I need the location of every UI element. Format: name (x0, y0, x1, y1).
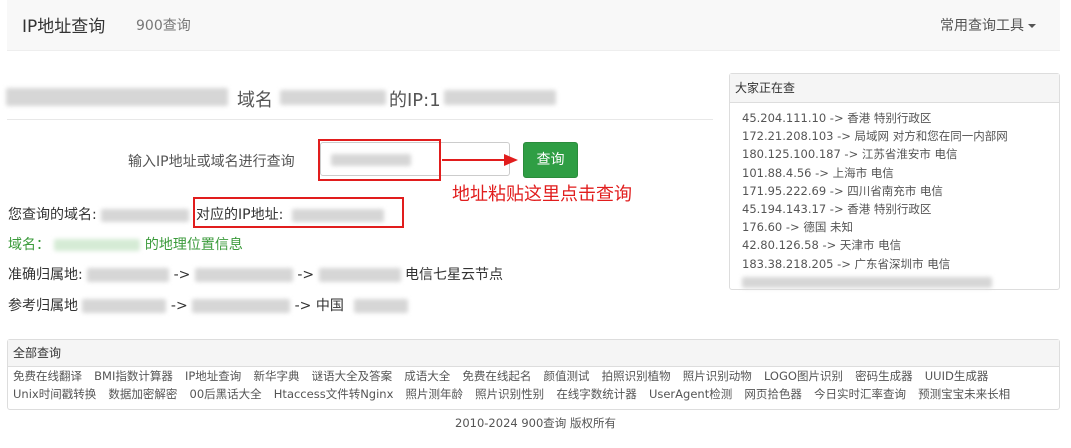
redacted-value (354, 299, 409, 313)
reference-location-line: 参考归属地 -> -> 中国 (8, 295, 409, 315)
tool-link[interactable]: 免费在线起名 (462, 369, 531, 383)
arrow-text: -> (297, 267, 315, 283)
tool-link[interactable]: 今日实时汇率查询 (814, 387, 906, 401)
caret-down-icon (1028, 24, 1036, 28)
arrow-text: -> (170, 298, 188, 314)
redacted-value (192, 299, 291, 313)
highlight-ip (193, 197, 404, 228)
headline-domain-word: 域名 (237, 90, 273, 111)
redacted-value (82, 299, 167, 313)
redacted-value (101, 208, 190, 222)
ref-tail: 中国 (315, 298, 344, 314)
tool-link[interactable]: 预测宝宝未来长相 (918, 387, 1010, 401)
tool-link[interactable]: 网页拾色器 (744, 387, 802, 401)
top-navbar: IP地址查询 900查询 常用查询工具 (7, 0, 1060, 51)
highlight-input (318, 139, 441, 181)
tool-link[interactable]: 谜语大全及答案 (312, 369, 393, 383)
list-item[interactable]: 101.88.4.56 -> 上海市 电信 (742, 164, 1059, 182)
ref-label: 参考归属地 (8, 298, 78, 314)
tool-link[interactable]: 新华字典 (253, 369, 299, 383)
footer-copyright: 2010-2024 900查询 版权所有 (455, 416, 616, 430)
query-button[interactable]: 查询 (523, 142, 578, 178)
arrow-text: -> (294, 298, 312, 314)
list-item[interactable]: 183.38.218.205 -> 广东省深圳市 电信 (742, 255, 1059, 273)
links-row-1: 免费在线翻译 BMI指数计算器 IP地址查询 新华字典 谜语大全及答案 成语大全… (8, 367, 1059, 385)
tool-link[interactable]: 成语大全 (404, 369, 450, 383)
tool-link[interactable]: Htaccess文件转Nginx (274, 387, 394, 401)
tool-link[interactable]: 密码生成器 (855, 369, 913, 383)
popular-queries-panel: 大家正在查 45.204.111.10 -> 香港 特别行政区 172.21.2… (729, 73, 1060, 290)
tool-link[interactable]: UserAgent检测 (649, 387, 732, 401)
tool-link[interactable]: LOGO图片识别 (764, 369, 843, 383)
arrow-right-icon (442, 154, 518, 166)
tool-link[interactable]: IP地址查询 (185, 369, 241, 383)
query-label: 输入IP地址或域名进行查询 (128, 154, 295, 170)
tool-link[interactable]: 在线字数统计器 (556, 387, 637, 401)
list-item[interactable]: 180.125.100.187 -> 江苏省淮安市 电信 (742, 145, 1059, 163)
list-item (742, 273, 1059, 291)
geo-prefix: 域名： (8, 237, 50, 253)
tool-link[interactable]: BMI指数计算器 (94, 369, 173, 383)
domain-label: 您查询的域名: (8, 207, 97, 223)
tool-link[interactable]: Unix时间戳转换 (13, 387, 96, 401)
divider (7, 119, 713, 120)
list-item[interactable]: 172.21.208.103 -> 局域网 对方和您在同一内部网 (742, 127, 1059, 145)
popular-queries-list: 45.204.111.10 -> 香港 特别行政区 172.21.208.103… (730, 103, 1059, 291)
redacted-value (742, 276, 992, 288)
redacted-value (87, 268, 170, 282)
redacted-value (318, 268, 401, 282)
panel-title: 大家正在查 (730, 74, 1059, 103)
redacted-value (194, 268, 293, 282)
tool-link[interactable]: 免费在线翻译 (13, 369, 82, 383)
panel-title: 全部查询 (8, 340, 1059, 367)
all-queries-panel: 全部查询 免费在线翻译 BMI指数计算器 IP地址查询 新华字典 谜语大全及答案… (7, 339, 1060, 410)
redacted-value (54, 239, 141, 251)
list-item[interactable]: 176.60 -> 德国 未知 (742, 218, 1059, 236)
redacted-ip (444, 90, 556, 105)
paste-annotation: 地址粘贴这里点击查询 (452, 184, 632, 205)
tool-link[interactable]: 照片识别性别 (475, 387, 544, 401)
tool-link[interactable]: 照片测年龄 (406, 387, 464, 401)
exact-tail: 电信七星云节点 (405, 267, 504, 283)
tool-link[interactable]: 00后黑话大全 (190, 387, 262, 401)
tool-link[interactable]: 照片识别动物 (683, 369, 752, 383)
tool-link[interactable]: 数据加密解密 (108, 387, 177, 401)
redacted-domain (6, 88, 228, 106)
arrow-text: -> (173, 267, 191, 283)
headline-ip-label: 的IP:1 (389, 90, 441, 111)
site-brand[interactable]: IP地址查询 (22, 12, 105, 37)
tool-link[interactable]: 拍照识别植物 (602, 369, 671, 383)
redacted-domain-2 (280, 90, 386, 105)
list-item[interactable]: 45.194.143.17 -> 香港 特别行政区 (742, 200, 1059, 218)
queried-domain-line: 您查询的域名: (8, 204, 190, 224)
site-subtitle[interactable]: 900查询 (136, 15, 191, 35)
list-item[interactable]: 45.204.111.10 -> 香港 特别行政区 (742, 109, 1059, 127)
tool-link[interactable]: UUID生成器 (925, 369, 989, 383)
geo-info-line: 域名： 的地理位置信息 (8, 234, 243, 254)
exact-location-line: 准确归属地: -> -> 电信七星云节点 (8, 264, 503, 284)
tools-dropdown-label: 常用查询工具 (940, 18, 1024, 34)
tools-dropdown[interactable]: 常用查询工具 (940, 15, 1036, 35)
exact-label: 准确归属地: (8, 267, 83, 283)
tool-link[interactable]: 颜值测试 (544, 369, 590, 383)
links-row-2: Unix时间戳转换 数据加密解密 00后黑话大全 Htaccess文件转Ngin… (8, 385, 1059, 403)
list-item[interactable]: 171.95.222.69 -> 四川省南充市 电信 (742, 182, 1059, 200)
geo-suffix: 的地理位置信息 (144, 237, 243, 253)
list-item[interactable]: 42.80.126.58 -> 天津市 电信 (742, 236, 1059, 254)
